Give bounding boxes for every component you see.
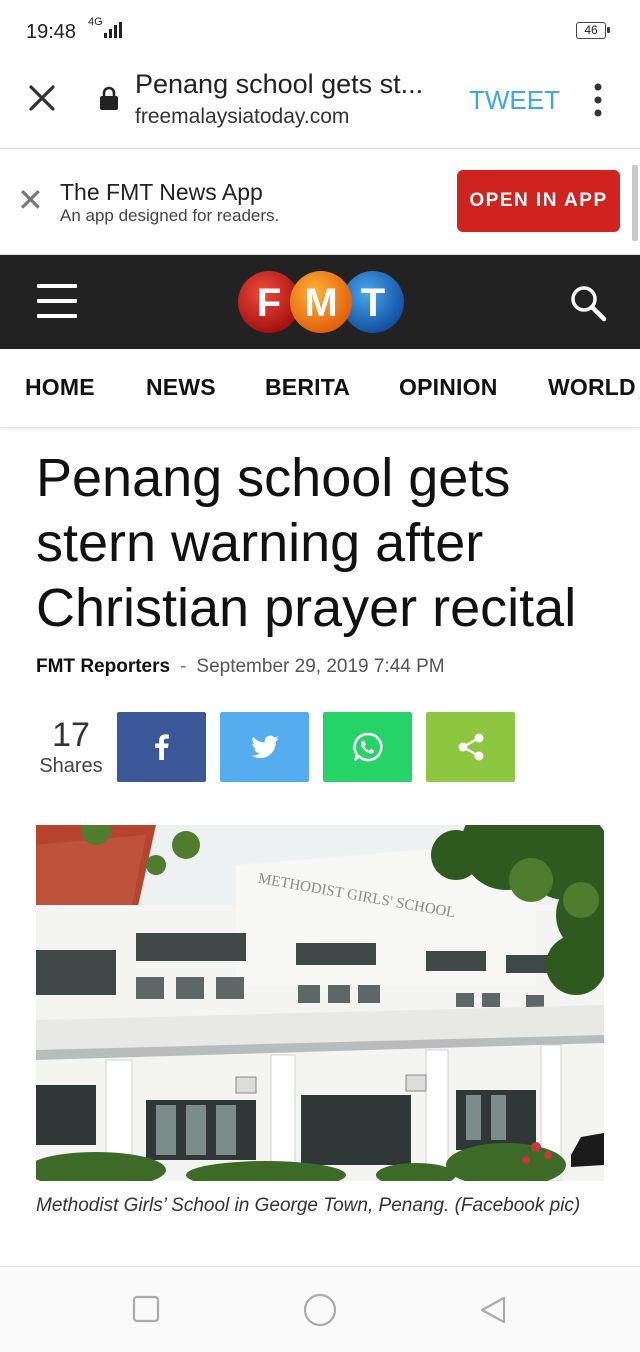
site-header: F M T (0, 255, 640, 349)
share-count: 17 (52, 716, 90, 754)
nav-berita[interactable]: BERITA (265, 374, 350, 401)
dismiss-banner-icon[interactable]: ✕ (17, 184, 44, 216)
image-caption: Methodist Girls’ School in George Town, … (36, 1195, 581, 1216)
whatsapp-share-button[interactable] (323, 712, 412, 782)
whatsapp-icon (352, 732, 383, 762)
more-options-icon[interactable] (588, 80, 608, 120)
byline-separator: - (180, 656, 187, 677)
article-byline: FMT Reporters - September 29, 2019 7:44 PM (36, 656, 445, 678)
article-image[interactable]: METHODIST GIRLS' SCHOOL (36, 825, 604, 1181)
system-nav-bar (0, 1266, 640, 1352)
close-icon[interactable] (26, 82, 58, 114)
app-name: The FMT News App (60, 179, 263, 205)
fmt-logo[interactable]: F M T (238, 269, 408, 335)
recent-apps-icon[interactable] (132, 1295, 160, 1323)
lock-icon (100, 86, 118, 110)
network-type: 4G (88, 16, 103, 28)
article-date: September 29, 2019 7:44 PM (196, 656, 445, 677)
facebook-icon (154, 734, 169, 760)
logo-letter-t: T (361, 281, 385, 325)
nav-opinion[interactable]: OPINION (399, 374, 498, 401)
generic-share-button[interactable] (426, 712, 515, 782)
main-nav: HOME NEWS BERITA OPINION WORLD (0, 349, 640, 428)
app-tagline: An app designed for readers. (60, 206, 280, 225)
nav-home[interactable]: HOME (25, 374, 95, 401)
signal-icon (104, 22, 122, 38)
status-time: 19:48 (26, 21, 77, 43)
app-banner: ✕ The FMT News App An app designed for r… (0, 149, 640, 255)
share-icon (458, 733, 483, 761)
status-bar: 19:48 4G 46 (0, 0, 640, 60)
article-headline: Penang school gets stern warning after C… (36, 448, 577, 638)
twitter-share-button[interactable] (220, 712, 309, 782)
battery-level: 46 (584, 23, 598, 37)
twitter-icon (250, 735, 279, 759)
share-counter: 17 Shares (36, 715, 106, 778)
page-title: Penang school gets st... (135, 69, 424, 99)
shares-label: Shares (39, 755, 103, 777)
tweet-button[interactable]: TWEET (469, 85, 560, 116)
logo-letter-m: M (304, 281, 337, 325)
nav-news[interactable]: NEWS (146, 374, 216, 401)
search-icon[interactable] (568, 283, 608, 323)
back-icon[interactable] (478, 1295, 508, 1325)
nav-world[interactable]: WORLD (548, 374, 636, 401)
school-building-photo: METHODIST GIRLS' SCHOOL (36, 825, 604, 1181)
facebook-share-button[interactable] (117, 712, 206, 782)
browser-toolbar: Penang school gets st... freemalaysiatod… (0, 60, 640, 149)
home-icon[interactable] (303, 1293, 337, 1327)
open-in-app-button[interactable]: OPEN IN APP (457, 170, 620, 232)
article-author[interactable]: FMT Reporters (36, 656, 170, 677)
page-domain: freemalaysiatoday.com (135, 105, 350, 128)
scrollbar (632, 165, 638, 241)
menu-icon[interactable] (37, 284, 77, 318)
battery-icon: 46 (576, 22, 610, 39)
logo-letter-f: F (257, 281, 281, 325)
